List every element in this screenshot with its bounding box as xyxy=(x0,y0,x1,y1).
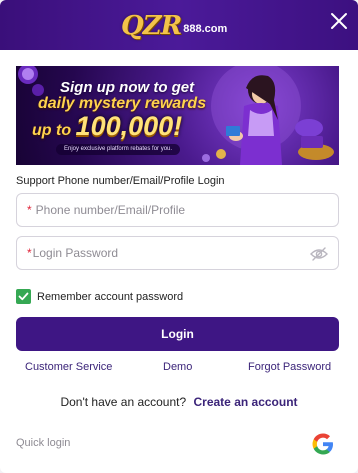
login-button[interactable]: Login xyxy=(16,317,339,351)
remember-checkbox[interactable] xyxy=(16,289,31,304)
password-input[interactable]: * Login Password xyxy=(16,236,339,270)
close-icon[interactable] xyxy=(328,10,350,32)
login-modal: QZR 888.com Sign up now to get daily mys… xyxy=(0,0,358,473)
password-placeholder: Login Password xyxy=(32,246,119,260)
quick-login-label: Quick login xyxy=(16,437,71,449)
demo-link[interactable]: Demo xyxy=(163,361,192,373)
modal-header: QZR 888.com xyxy=(0,0,358,50)
required-marker: * xyxy=(27,203,32,217)
check-icon xyxy=(18,292,29,301)
forgot-password-link[interactable]: Forgot Password xyxy=(248,361,331,373)
google-icon[interactable] xyxy=(311,432,335,456)
eye-off-icon[interactable] xyxy=(310,246,328,262)
phone-email-placeholder: Phone number/Email/Profile xyxy=(35,203,186,217)
promo-banner[interactable]: Sign up now to get daily mystery rewards… xyxy=(16,66,339,165)
phone-email-input[interactable]: * Phone number/Email/Profile xyxy=(16,193,339,227)
required-marker: * xyxy=(27,246,32,260)
brand-logo: QZR 888.com xyxy=(121,11,227,41)
signup-prompt: Don't have an account? Create an account xyxy=(0,395,358,409)
signup-question: Don't have an account? xyxy=(60,395,187,409)
login-method-label: Support Phone number/Email/Profile Login xyxy=(16,175,225,187)
banner-headline: Sign up now to get xyxy=(60,79,195,96)
banner-amount: 100,000! xyxy=(75,111,183,141)
remember-password-toggle[interactable]: Remember account password xyxy=(16,289,183,304)
customer-service-link[interactable]: Customer Service xyxy=(25,361,112,373)
create-account-link[interactable]: Create an account xyxy=(194,395,298,409)
banner-tagline: Enjoy exclusive platform rebates for you… xyxy=(56,144,181,155)
banner-amount-line: up to 100,000! xyxy=(32,111,182,142)
logo-sub-text: 888.com xyxy=(183,23,228,35)
logo-main-text: QZR xyxy=(121,11,182,41)
remember-label: Remember account password xyxy=(37,290,184,303)
banner-amount-prefix: up to xyxy=(32,122,72,139)
